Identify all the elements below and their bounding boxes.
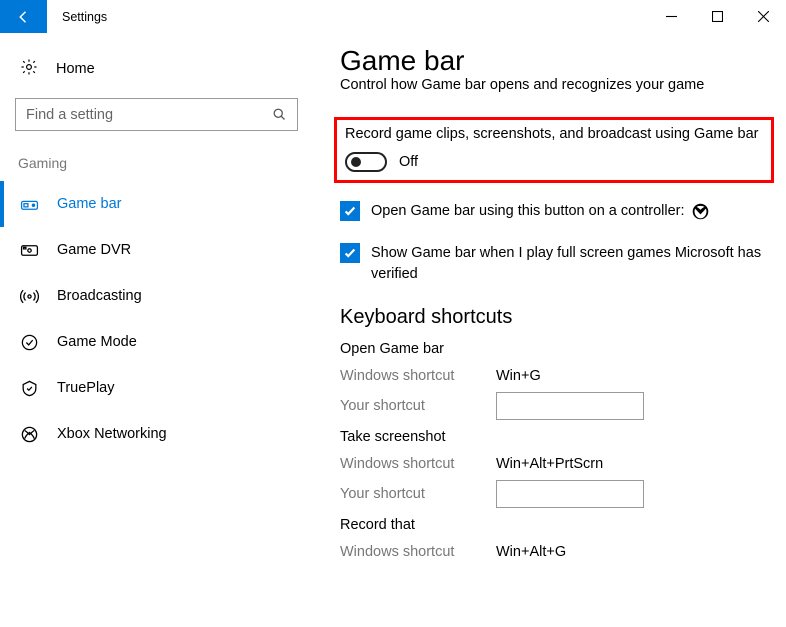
search-field[interactable] bbox=[26, 107, 272, 123]
sidebar-item-game-mode[interactable]: Game Mode bbox=[14, 319, 300, 365]
game-bar-icon bbox=[20, 195, 39, 214]
shortcut-record-that: Record that Windows shortcut Win+Alt+G bbox=[340, 517, 776, 567]
windows-shortcut-label: Windows shortcut bbox=[340, 544, 496, 560]
gear-icon bbox=[20, 58, 38, 80]
your-shortcut-label: Your shortcut bbox=[340, 486, 496, 502]
search-input[interactable] bbox=[15, 98, 298, 131]
windows-shortcut-value: Win+Alt+PrtScrn bbox=[496, 456, 603, 472]
open-with-controller-label: Open Game bar using this button on a con… bbox=[371, 201, 709, 221]
xbox-networking-icon bbox=[20, 425, 39, 444]
shortcut-take-screenshot: Take screenshot Windows shortcut Win+Alt… bbox=[340, 429, 776, 509]
window-controls bbox=[648, 0, 786, 33]
fullscreen-verified-checkbox[interactable] bbox=[340, 243, 360, 263]
windows-shortcut-label: Windows shortcut bbox=[340, 456, 496, 472]
main-panel: Game bar Control how Game bar opens and … bbox=[340, 45, 776, 575]
sidebar-item-trueplay[interactable]: TruePlay bbox=[14, 365, 300, 411]
fullscreen-verified-label: Show Game bar when I play full screen ga… bbox=[371, 243, 776, 284]
shortcut-open-game-bar: Open Game bar Windows shortcut Win+G You… bbox=[340, 341, 776, 421]
windows-shortcut-value: Win+G bbox=[496, 368, 541, 384]
game-mode-icon bbox=[20, 333, 39, 352]
sidebar-item-xbox-networking[interactable]: Xbox Networking bbox=[14, 411, 300, 457]
window-title: Settings bbox=[47, 0, 648, 33]
dvr-icon bbox=[20, 241, 39, 260]
your-shortcut-input[interactable] bbox=[496, 480, 644, 508]
sidebar-item-label: Game Mode bbox=[57, 334, 137, 350]
shortcut-title: Record that bbox=[340, 517, 776, 533]
sidebar-item-label: Xbox Networking bbox=[57, 426, 167, 442]
record-toggle-label: Record game clips, screenshots, and broa… bbox=[345, 126, 763, 142]
sidebar-item-game-dvr[interactable]: Game DVR bbox=[14, 227, 300, 273]
page-subtitle: Control how Game bar opens and recognize… bbox=[340, 77, 776, 93]
windows-shortcut-label: Windows shortcut bbox=[340, 368, 496, 384]
home-label: Home bbox=[56, 61, 95, 77]
close-button[interactable] bbox=[740, 0, 786, 33]
record-toggle-highlight: Record game clips, screenshots, and broa… bbox=[334, 117, 774, 183]
record-toggle-state: Off bbox=[399, 154, 418, 170]
your-shortcut-input[interactable] bbox=[496, 392, 644, 420]
broadcast-icon bbox=[20, 287, 39, 306]
sidebar-item-broadcasting[interactable]: Broadcasting bbox=[14, 273, 300, 319]
sidebar: Home Gaming Game bar Game DVR Broadcasti… bbox=[0, 50, 300, 457]
sidebar-item-label: Game DVR bbox=[57, 242, 131, 258]
record-toggle[interactable] bbox=[345, 152, 387, 172]
search-icon bbox=[272, 107, 287, 122]
back-button[interactable] bbox=[0, 0, 47, 33]
trueplay-icon bbox=[20, 379, 39, 398]
sidebar-item-label: Game bar bbox=[57, 196, 121, 212]
minimize-button[interactable] bbox=[648, 0, 694, 33]
page-title: Game bar bbox=[340, 45, 776, 77]
windows-shortcut-value: Win+Alt+G bbox=[496, 544, 566, 560]
titlebar: Settings bbox=[0, 0, 786, 33]
home-nav[interactable]: Home bbox=[14, 50, 300, 88]
section-label: Gaming bbox=[14, 149, 300, 181]
your-shortcut-label: Your shortcut bbox=[340, 398, 496, 414]
sidebar-item-label: TruePlay bbox=[57, 380, 114, 396]
xbox-icon bbox=[692, 203, 709, 220]
open-with-controller-row: Open Game bar using this button on a con… bbox=[340, 201, 776, 221]
fullscreen-verified-row: Show Game bar when I play full screen ga… bbox=[340, 243, 776, 284]
maximize-button[interactable] bbox=[694, 0, 740, 33]
open-with-controller-checkbox[interactable] bbox=[340, 201, 360, 221]
shortcut-title: Open Game bar bbox=[340, 341, 776, 357]
shortcut-title: Take screenshot bbox=[340, 429, 776, 445]
sidebar-item-label: Broadcasting bbox=[57, 288, 142, 304]
shortcuts-heading: Keyboard shortcuts bbox=[340, 306, 776, 329]
sidebar-item-game-bar[interactable]: Game bar bbox=[14, 181, 300, 227]
